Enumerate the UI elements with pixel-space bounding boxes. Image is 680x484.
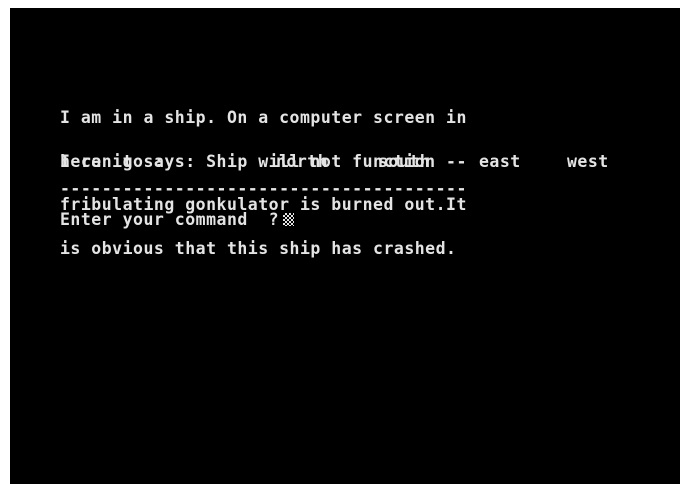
exit-south: south (378, 152, 431, 171)
exits-label: I can go : (60, 152, 165, 171)
exit-north: north (276, 152, 329, 171)
exit-west: west (567, 152, 609, 171)
exits-line: I can go : north south east west (60, 153, 609, 171)
command-prompt: Enter your command ? (60, 210, 280, 229)
description-line: is obvious that this ship has crashed. (60, 238, 457, 258)
description-line: I am in a ship. On a computer screen in (60, 108, 467, 127)
command-line[interactable]: Enter your command ? (60, 210, 295, 229)
exit-east: east (479, 152, 521, 171)
game-screen: I am in a ship. On a computer screen in … (10, 8, 680, 484)
separator-line: --------------------------------------- (60, 179, 467, 198)
cursor-icon[interactable] (283, 213, 295, 226)
